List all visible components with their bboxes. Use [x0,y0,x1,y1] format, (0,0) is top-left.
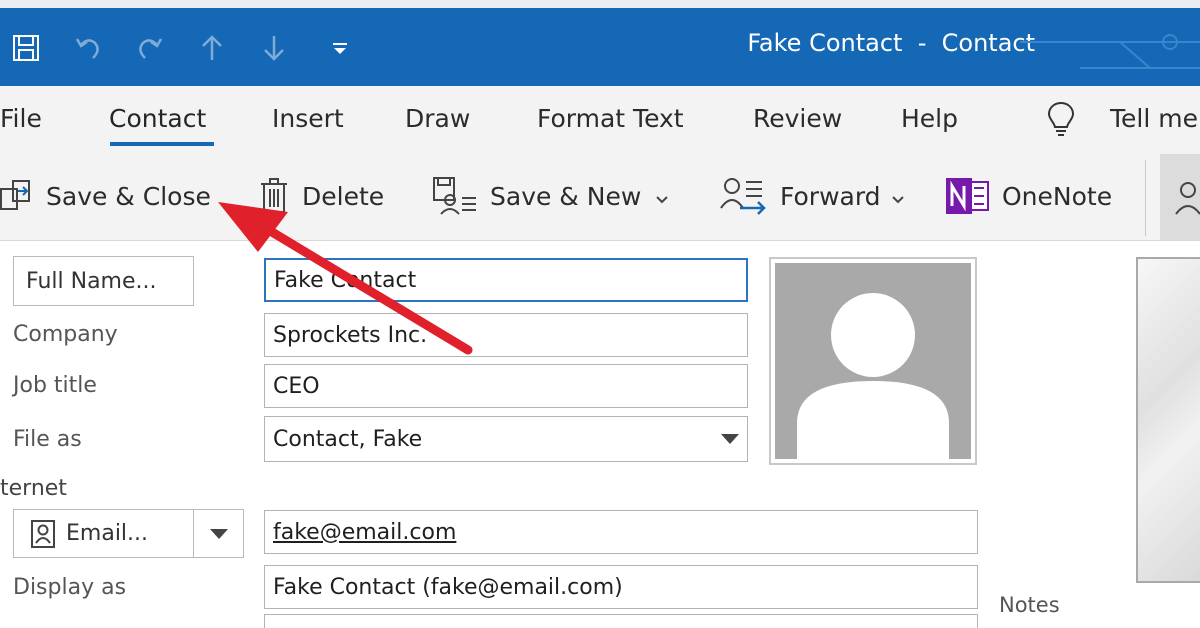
customize-dropdown-icon[interactable] [318,26,362,70]
save-icon[interactable] [4,26,48,70]
top-strip [0,0,1200,8]
contact-window: Fake Contact - Contact File Contact Inse… [0,0,1200,628]
undo-icon[interactable] [66,26,110,70]
save-close-button[interactable]: Save & Close [0,176,211,216]
delete-label: Delete [302,181,385,211]
job-title-field[interactable]: CEO [264,364,748,408]
lightbulb-icon [1046,100,1076,142]
tab-help[interactable]: Help [901,104,958,133]
ribbon-toolbar: Save & Close Delete Save & New Forward O… [0,154,1200,241]
tell-me-search[interactable]: Tell me [1110,104,1198,133]
file-as-select[interactable]: Contact, Fake [264,416,748,462]
ribbon-separator [1145,160,1146,236]
delete-button[interactable]: Delete [258,176,384,216]
save-new-icon [432,176,478,216]
window-title: Fake Contact - Contact [747,29,1035,57]
chevron-down-icon[interactable] [655,182,669,211]
dropdown-arrow-icon [721,434,739,444]
save-new-label: Save & New [490,181,642,211]
active-tab-indicator [110,142,214,146]
forward-label: Forward [780,181,881,211]
onenote-icon [944,176,990,216]
notes-label: Notes [999,593,1060,617]
tab-file[interactable]: File [0,104,42,133]
company-field[interactable]: Sprockets Inc. [264,313,748,357]
tab-review[interactable]: Review [753,104,842,133]
arrow-down-icon[interactable] [252,26,296,70]
email-value: fake@email.com [273,519,457,545]
title-bar-pattern [1020,34,1200,69]
company-label: Company [13,322,118,347]
business-card-preview[interactable] [1136,257,1200,583]
arrow-up-icon[interactable] [190,26,234,70]
avatar-placeholder-icon [775,263,971,459]
display-as-label: Display as [13,575,127,600]
tab-insert[interactable]: Insert [272,104,344,133]
title-bar: Fake Contact - Contact [0,8,1200,86]
onenote-button[interactable]: OneNote [944,176,1112,216]
email-field[interactable]: fake@email.com [264,510,978,554]
save-close-label: Save & Close [46,181,211,211]
forward-button[interactable]: Forward [720,176,905,216]
person-icon [1175,182,1200,215]
email-button-label: Email... [66,521,149,546]
display-as-field[interactable]: Fake Contact (fake@email.com) [264,565,978,609]
dropdown-arrow-icon [209,528,228,539]
save-new-button[interactable]: Save & New [432,176,669,216]
ribbon-next-group[interactable] [1160,154,1200,240]
next-field-cutoff[interactable] [264,614,978,628]
full-name-button[interactable]: Full Name... [13,256,194,306]
email-type-dropdown[interactable] [193,509,244,558]
job-title-label: Job title [13,373,97,398]
contact-photo[interactable] [769,257,977,465]
internet-section-label: ternet [0,476,67,501]
chevron-down-icon[interactable] [891,182,905,211]
tab-draw[interactable]: Draw [405,104,470,133]
file-as-label: File as [13,427,82,452]
tab-contact[interactable]: Contact [109,104,206,133]
contact-card-icon [30,519,56,549]
forward-contact-icon [720,176,768,216]
tab-format-text[interactable]: Format Text [537,104,684,133]
email-button[interactable]: Email... [13,509,194,558]
file-as-value: Contact, Fake [273,426,423,452]
redo-icon[interactable] [128,26,172,70]
save-close-icon [0,177,34,215]
trash-icon [258,177,290,215]
onenote-label: OneNote [1002,181,1113,211]
full-name-field[interactable]: Fake Contact [264,258,748,302]
